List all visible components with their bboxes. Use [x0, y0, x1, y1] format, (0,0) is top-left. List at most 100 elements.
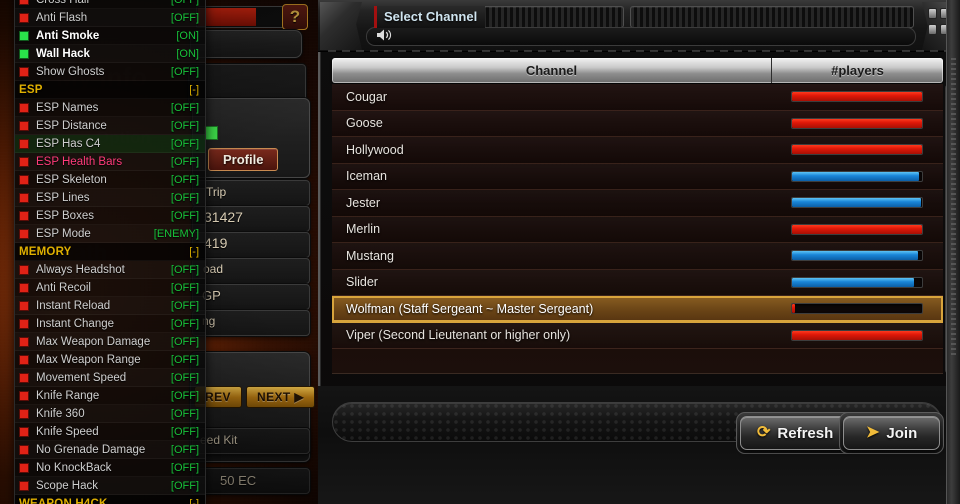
cheat-toggle-row[interactable]: No KnockBack [OFF]	[15, 459, 205, 477]
cheat-row-value: [OFF]	[170, 407, 199, 420]
toggle-checkbox[interactable]	[19, 300, 29, 311]
channel-row[interactable]: Hollywood	[332, 137, 943, 164]
cheat-row-label: Show Ghosts	[36, 65, 105, 78]
channel-name: Jester	[346, 195, 381, 210]
toggle-checkbox[interactable]	[19, 390, 29, 401]
channel-row[interactable]: Mustang	[332, 243, 943, 270]
cheat-toggle-row[interactable]: ESP Distance [OFF]	[15, 117, 205, 135]
toggle-checkbox[interactable]	[19, 192, 29, 203]
toggle-checkbox[interactable]	[19, 354, 29, 365]
toggle-checkbox[interactable]	[19, 426, 29, 437]
player-load-meter	[791, 223, 923, 235]
toggle-checkbox[interactable]	[19, 462, 29, 473]
toggle-checkbox[interactable]	[19, 156, 29, 167]
cheat-toggle-row[interactable]: Max Weapon Range [OFF]	[15, 351, 205, 369]
toggle-checkbox[interactable]	[19, 12, 29, 23]
cheat-section-header[interactable]: ESP [-]	[15, 81, 205, 99]
cheat-toggle-row[interactable]: ESP Skeleton [OFF]	[15, 171, 205, 189]
channel-row[interactable]: Iceman	[332, 163, 943, 190]
cheat-menu-rows: Cross Hair[OFF]Anti Flash[OFF]Anti Smoke…	[15, 0, 205, 504]
cheat-toggle-row[interactable]: Anti Flash [OFF]	[15, 9, 205, 27]
cheat-toggle-row[interactable]: Wall Hack [ON]	[15, 45, 205, 63]
column-header-players: #players	[771, 58, 943, 83]
player-load-meter	[791, 250, 923, 262]
cheat-toggle-row[interactable]: No Grenade Damage [OFF]	[15, 441, 205, 459]
channel-row[interactable]: Goose	[332, 110, 943, 137]
toggle-checkbox[interactable]	[19, 408, 29, 419]
channel-name: Hollywood	[346, 142, 404, 157]
toggle-checkbox[interactable]	[19, 48, 29, 59]
toggle-checkbox[interactable]	[19, 318, 29, 329]
select-channel-dialog[interactable]: Select Channel Channel #players Cougar Go…	[318, 0, 960, 504]
channel-row-selected[interactable]: Wolfman (Staff Sergeant ~ Master Sergean…	[332, 296, 943, 323]
channel-name: Viper (Second Lieutenant or higher only)	[346, 328, 571, 343]
toggle-checkbox[interactable]	[19, 444, 29, 455]
toggle-checkbox[interactable]	[19, 372, 29, 383]
dialog-footer: ⟳ Refresh ➤ Join	[318, 386, 960, 504]
cheat-toggle-row[interactable]: Instant Reload [OFF]	[15, 297, 205, 315]
toggle-checkbox[interactable]	[19, 0, 29, 5]
channel-list[interactable]: Cougar Goose Hollywood Iceman Jester Merlin Mu…	[332, 84, 943, 374]
cheat-toggle-row[interactable]: Always Headshot [OFF]	[15, 261, 205, 279]
cheat-row-value: [OFF]	[170, 65, 199, 78]
titlebar-left-grip	[320, 2, 362, 50]
speaker-icon[interactable]	[376, 28, 396, 44]
dialog-rail-dots	[951, 58, 956, 358]
cheat-toggle-row[interactable]: Max Weapon Damage [OFF]	[15, 333, 205, 351]
cheat-row-label: Max Weapon Range	[36, 353, 141, 366]
toggle-checkbox[interactable]	[19, 102, 29, 113]
cheat-toggle-row[interactable]: Movement Speed [OFF]	[15, 369, 205, 387]
cheat-section-header[interactable]: WEAPON H4CK [-]	[15, 495, 205, 504]
player-count-cell	[771, 223, 943, 235]
cheat-toggle-row[interactable]: ESP Lines [OFF]	[15, 189, 205, 207]
channel-row[interactable]: Jester	[332, 190, 943, 217]
cheat-toggle-row[interactable]: Cross Hair[OFF]	[15, 0, 205, 9]
channel-row[interactable]: Merlin	[332, 216, 943, 243]
toggle-checkbox[interactable]	[19, 282, 29, 293]
cheat-toggle-row[interactable]: Anti Recoil [OFF]	[15, 279, 205, 297]
toggle-checkbox[interactable]	[19, 120, 29, 131]
cheat-toggle-row[interactable]: ESP Mode [ENEMY]	[15, 225, 205, 243]
cheat-row-label: Cross Hair	[36, 0, 171, 6]
channel-row[interactable]: Cougar	[332, 84, 943, 111]
cheat-row-label: WEAPON H4CK	[19, 497, 108, 504]
cheat-toggle-row[interactable]: ESP Names [OFF]	[15, 99, 205, 117]
cheat-row-value: [ENEMY]	[153, 227, 199, 240]
cheat-section-header[interactable]: MEMORY [-]	[15, 243, 205, 261]
channel-name: Merlin	[346, 222, 381, 237]
toggle-checkbox[interactable]	[19, 138, 29, 149]
cheat-toggle-row[interactable]: Instant Change [OFF]	[15, 315, 205, 333]
channel-name: Iceman	[346, 169, 387, 184]
player-count-cell	[771, 117, 943, 129]
cheat-toggle-row[interactable]: Knife Range [OFF]	[15, 387, 205, 405]
toggle-checkbox[interactable]	[19, 210, 29, 221]
refresh-button[interactable]: ⟳ Refresh	[740, 416, 851, 450]
cheat-row-label: No KnockBack	[36, 461, 112, 474]
toggle-checkbox[interactable]	[19, 264, 29, 275]
toggle-checkbox[interactable]	[19, 336, 29, 347]
channel-row[interactable]: Slider	[332, 269, 943, 296]
toggle-checkbox[interactable]	[19, 228, 29, 239]
refresh-icon: ⟳	[757, 424, 771, 441]
cheat-toggle-row[interactable]: Anti Smoke [ON]	[15, 27, 205, 45]
cheat-row-value: [OFF]	[170, 119, 199, 132]
player-load-fill	[792, 118, 922, 128]
cheat-toggle-row[interactable]: Scope Hack [OFF]	[15, 477, 205, 495]
cheat-toggle-row[interactable]: ESP Has C4 [OFF]	[15, 135, 205, 153]
cheat-toggle-row[interactable]: Knife Speed [OFF]	[15, 423, 205, 441]
cheat-row-label: ESP Skeleton	[36, 173, 107, 186]
cheat-toggle-row[interactable]: Knife 360 [OFF]	[15, 405, 205, 423]
cheat-toggle-row[interactable]: ESP Boxes [OFF]	[15, 207, 205, 225]
toggle-checkbox[interactable]	[19, 66, 29, 77]
player-load-meter	[791, 197, 923, 209]
cheat-row-value: [OFF]	[170, 263, 199, 276]
toggle-checkbox[interactable]	[19, 30, 29, 41]
channel-row[interactable]: Viper (Second Lieutenant or higher only)	[332, 322, 943, 349]
cheat-row-label: No Grenade Damage	[36, 443, 146, 456]
toggle-checkbox[interactable]	[19, 480, 29, 491]
cheat-toggle-row[interactable]: Show Ghosts [OFF]	[15, 63, 205, 81]
cheat-toggle-row[interactable]: ESP Health Bars [OFF]	[15, 153, 205, 171]
toggle-checkbox[interactable]	[19, 174, 29, 185]
join-button[interactable]: ➤ Join	[843, 416, 941, 450]
cheat-menu-panel[interactable]: Cross Hair[OFF]Anti Flash[OFF]Anti Smoke…	[14, 0, 206, 504]
